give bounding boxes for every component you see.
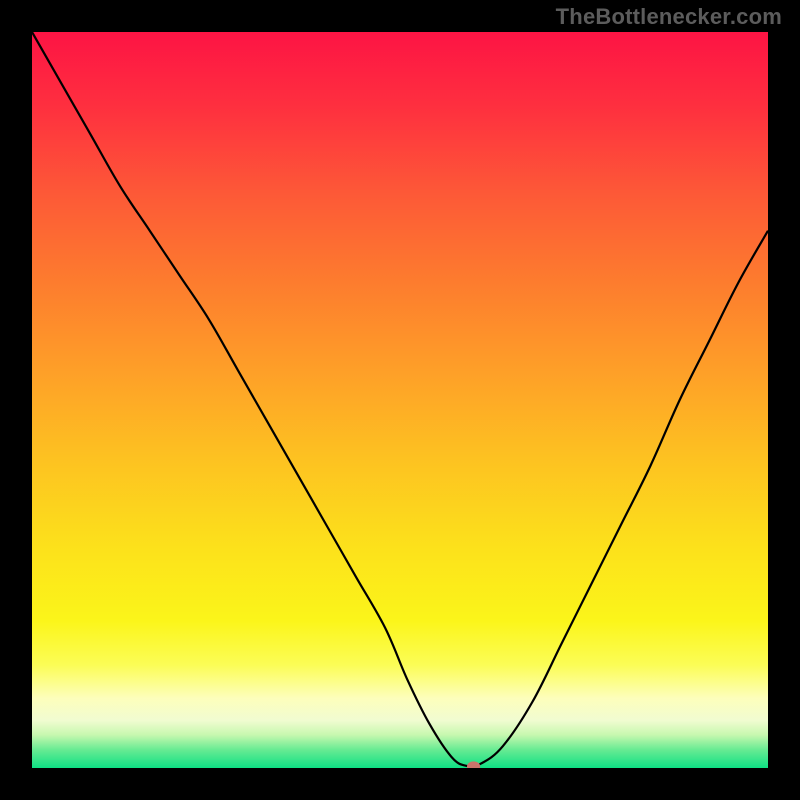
plot-area	[32, 32, 768, 768]
watermark-text: TheBottlenecker.com	[556, 4, 782, 30]
gradient-background	[32, 32, 768, 768]
chart-svg	[32, 32, 768, 768]
chart-frame: TheBottlenecker.com	[0, 0, 800, 800]
